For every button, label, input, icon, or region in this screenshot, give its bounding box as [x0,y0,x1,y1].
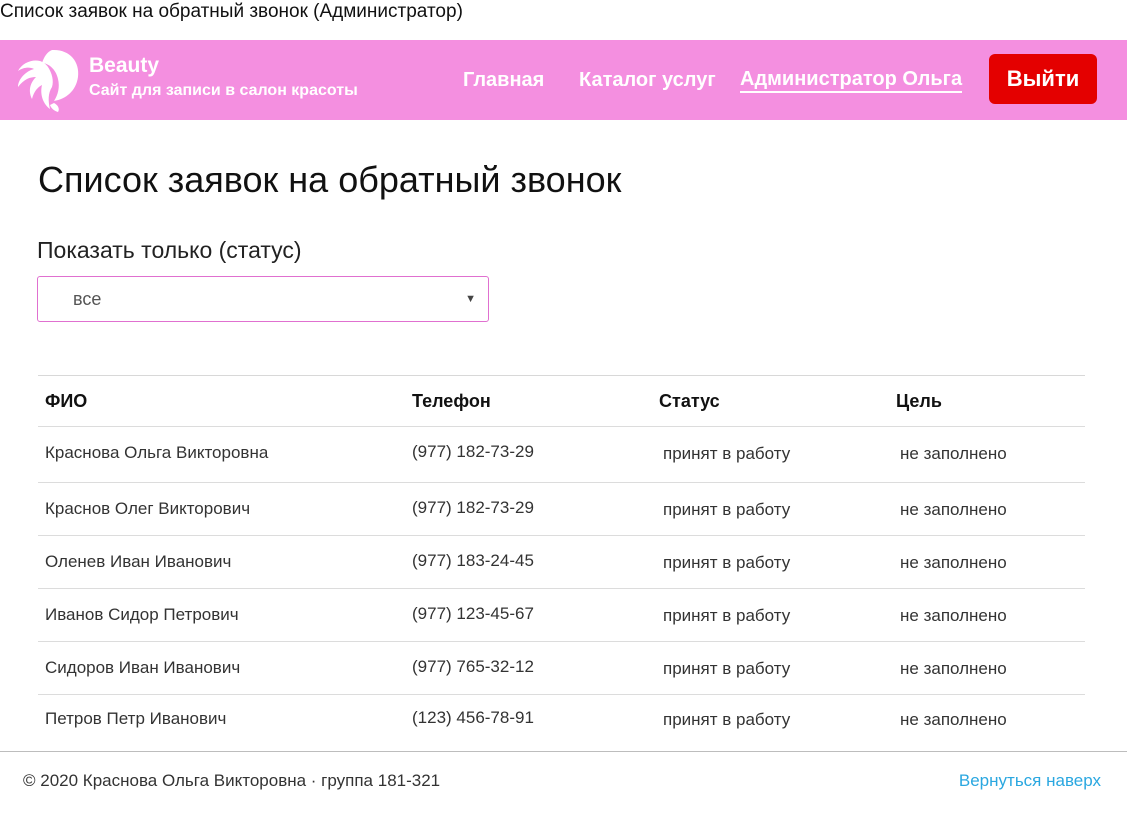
cell-goal: не заполнено [900,553,1007,572]
column-header-status: Статус [659,391,720,411]
nav-home-link[interactable]: Главная [463,67,544,93]
cell-phone: (977) 765-32-12 [412,657,534,676]
table-row: Сидоров Иван Иванович (977) 765-32-12 пр… [38,642,1085,695]
footer-divider [0,751,1127,752]
column-header-goal: Цель [896,391,942,411]
back-to-top-link[interactable]: Вернуться наверх [959,770,1101,792]
cell-name: Иванов Сидор Петрович [45,605,239,624]
column-header-name: ФИО [45,391,88,411]
cell-goal: не заполнено [900,659,1007,678]
cell-status: принят в работу [663,606,791,625]
document-title: Список заявок на обратный звонок (Админи… [0,1,463,22]
cell-status: принят в работу [663,500,791,519]
cell-name: Оленев Иван Иванович [45,552,232,571]
logout-button[interactable]: Выйти [989,54,1097,104]
cell-name: Сидоров Иван Иванович [45,658,241,677]
brand-name[interactable]: Beauty [89,54,159,78]
cell-phone: (123) 456-78-91 [412,708,534,727]
cell-status: принят в работу [663,553,791,572]
dropdown-arrow-icon: ▼ [465,293,476,305]
cell-phone: (977) 182-73-29 [412,442,534,461]
cell-name: Краснов Олег Викторович [45,499,251,518]
cell-name: Петров Петр Иванович [45,709,227,728]
column-header-phone: Телефон [412,391,491,411]
callback-requests-table: ФИО Телефон Статус Цель Краснова Ольга В… [38,375,1085,747]
cell-status: принят в работу [663,710,791,729]
brand-tagline: Сайт для записи в салон красоты [89,82,358,99]
nav-catalog-link[interactable]: Каталог услуг [579,67,716,93]
table-row: Краснова Ольга Викторовна (977) 182-73-2… [38,427,1085,483]
status-filter-select[interactable]: все ▼ [37,276,489,322]
table-row: Краснов Олег Викторович (977) 182-73-29 … [38,483,1085,536]
cell-goal: не заполнено [900,444,1007,463]
table-row: Иванов Сидор Петрович (977) 123-45-67 пр… [38,589,1085,642]
navbar: Beauty Сайт для записи в салон красоты Г… [0,40,1127,120]
table-row: Петров Петр Иванович (123) 456-78-91 при… [38,695,1085,747]
cell-goal: не заполнено [900,606,1007,625]
status-filter-label: Показать только (статус) [37,237,302,263]
table-row: Оленев Иван Иванович (977) 183-24-45 при… [38,536,1085,589]
cell-goal: не заполнено [900,500,1007,519]
page-title: Список заявок на обратный звонок [38,159,622,200]
woman-profile-icon[interactable] [14,47,82,113]
cell-status: принят в работу [663,659,791,678]
status-filter-value: все [73,289,102,309]
cell-phone: (977) 183-24-45 [412,551,534,570]
cell-status: принят в работу [663,444,791,463]
nav-user-link[interactable]: Администратор Ольга [740,67,963,93]
table-header-row: ФИО Телефон Статус Цель [38,376,1085,427]
cell-phone: (977) 182-73-29 [412,498,534,517]
cell-goal: не заполнено [900,710,1007,729]
footer-copyright: © 2020 Краснова Ольга Викторовна · групп… [23,771,441,790]
cell-name: Краснова Ольга Викторовна [45,443,269,462]
cell-phone: (977) 123-45-67 [412,604,534,623]
